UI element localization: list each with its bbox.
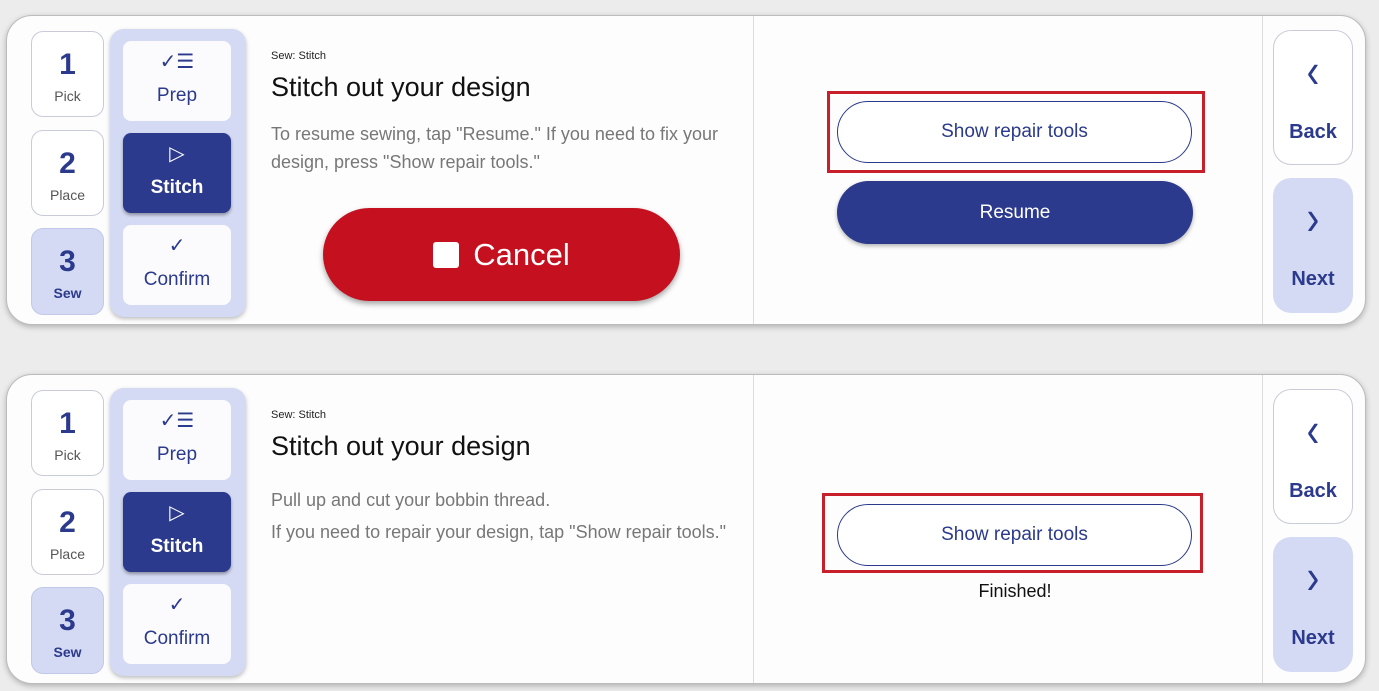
play-icon: ▷ <box>169 143 185 165</box>
highlight-box <box>827 91 1205 173</box>
step-number: 3 <box>59 604 76 637</box>
chevron-left-icon: ‹ <box>1306 44 1320 100</box>
divider <box>753 375 754 683</box>
substep-label: Stitch <box>150 536 204 557</box>
back-button[interactable]: ‹ Back <box>1273 389 1353 524</box>
step-place[interactable]: 2 Place <box>31 489 104 575</box>
step-label: Pick <box>54 447 81 463</box>
step-label: Sew <box>53 644 82 660</box>
step-pick[interactable]: 1 Pick <box>31 31 104 117</box>
chevron-right-icon: › <box>1306 191 1320 247</box>
back-button[interactable]: ‹ Back <box>1273 30 1353 165</box>
step-number: 1 <box>59 48 76 81</box>
substep-label: Stitch <box>150 177 204 198</box>
page-title: Stitch out your design <box>271 72 531 102</box>
substep-label: Prep <box>156 444 198 465</box>
step-sew[interactable]: 3 Sew <box>31 228 104 315</box>
back-label: Back <box>1289 480 1337 502</box>
resume-button[interactable]: Resume <box>837 181 1193 244</box>
instruction-text: To resume sewing, tap "Resume." If you n… <box>271 124 718 172</box>
step-label: Place <box>49 546 86 562</box>
step-label: Pick <box>54 88 81 104</box>
sew-panel-stitching: 1 Pick 2 Place 3 Sew ✓☰ Prep ▷ Stitch ✓ … <box>6 15 1366 325</box>
play-icon: ▷ <box>169 502 185 524</box>
substep-stitch[interactable]: ▷ Stitch <box>123 492 231 572</box>
substep-label: Confirm <box>143 269 211 290</box>
next-button[interactable]: › Next <box>1273 178 1353 313</box>
page-title: Stitch out your design <box>271 431 531 461</box>
step-label: Place <box>49 187 86 203</box>
check-icon: ✓ <box>168 594 186 616</box>
divider <box>1262 16 1263 324</box>
checklist-icon: ✓☰ <box>159 51 195 73</box>
step-number: 1 <box>59 407 76 440</box>
chevron-left-icon: ‹ <box>1306 403 1320 459</box>
step-number: 2 <box>59 147 76 180</box>
instruction-text: Pull up and cut your bobbin thread. If y… <box>271 486 741 550</box>
step-sew[interactable]: 3 Sew <box>31 587 104 674</box>
cancel-label: Cancel <box>473 236 570 272</box>
step-number: 2 <box>59 506 76 539</box>
instruction-line: Pull up and cut your bobbin thread. <box>271 490 551 510</box>
chevron-right-icon: › <box>1306 550 1320 606</box>
substep-confirm[interactable]: ✓ Confirm <box>123 225 231 305</box>
next-label: Next <box>1291 268 1335 290</box>
substep-label: Prep <box>156 85 198 106</box>
divider <box>1262 375 1263 683</box>
breadcrumb: Sew: Stitch <box>271 409 327 421</box>
substep-prep[interactable]: ✓☰ Prep <box>123 41 231 121</box>
status-text: Finished! <box>978 581 1052 601</box>
substep-list: ✓☰ Prep ▷ Stitch ✓ Confirm <box>110 29 246 317</box>
substep-prep[interactable]: ✓☰ Prep <box>123 400 231 480</box>
step-place[interactable]: 2 Place <box>31 130 104 216</box>
instruction-line: If you need to repair your design, tap "… <box>271 522 727 542</box>
step-pick[interactable]: 1 Pick <box>31 390 104 476</box>
check-icon: ✓ <box>168 235 186 257</box>
checklist-icon: ✓☰ <box>159 410 195 432</box>
substep-label: Confirm <box>143 628 211 649</box>
back-label: Back <box>1289 121 1337 143</box>
sew-panel-finished: 1 Pick 2 Place 3 Sew ✓☰ Prep ▷ Stitch ✓ … <box>6 374 1366 684</box>
substep-stitch[interactable]: ▷ Stitch <box>123 133 231 213</box>
substep-confirm[interactable]: ✓ Confirm <box>123 584 231 664</box>
divider <box>753 16 754 324</box>
breadcrumb: Sew: Stitch <box>271 50 327 62</box>
cancel-button[interactable]: Cancel <box>323 208 680 301</box>
highlight-box <box>822 493 1203 573</box>
substep-list: ✓☰ Prep ▷ Stitch ✓ Confirm <box>110 388 246 676</box>
step-label: Sew <box>53 285 82 301</box>
next-button[interactable]: › Next <box>1273 537 1353 672</box>
stop-icon <box>433 241 460 268</box>
step-number: 3 <box>59 245 76 278</box>
next-label: Next <box>1291 627 1335 649</box>
